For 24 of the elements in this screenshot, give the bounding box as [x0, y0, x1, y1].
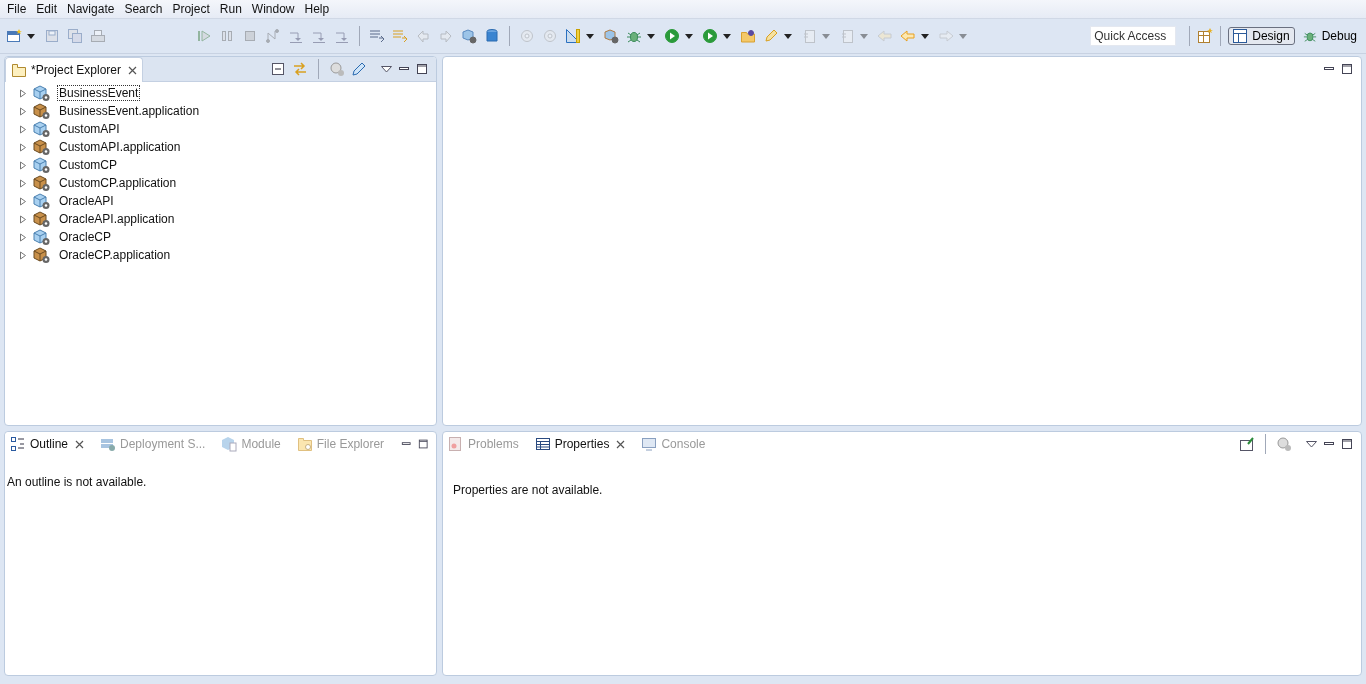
view-tab[interactable]: *Project Explorer [5, 57, 144, 82]
tree-item[interactable]: OracleAPI [57, 193, 116, 209]
menu-item[interactable]: File [2, 2, 32, 16]
menu-item[interactable]: Run [214, 2, 247, 16]
tree-item[interactable]: CustomCP.application [57, 175, 179, 191]
tree-item[interactable]: BusinessEvent [57, 85, 141, 101]
perspective-button[interactable]: Debug [1297, 27, 1362, 45]
tree-item[interactable]: OracleCP [57, 229, 113, 245]
tree-item[interactable]: CustomAPI.application [57, 139, 183, 155]
menu-item[interactable]: Window [246, 2, 300, 16]
tree-item[interactable]: OracleCP.application [57, 247, 173, 263]
tree-item[interactable]: OracleAPI.application [57, 211, 177, 227]
quick-access-field[interactable]: Quick Access [1090, 26, 1177, 46]
tree-item[interactable]: CustomCP [57, 157, 119, 173]
tree-item[interactable]: BusinessEvent.application [57, 103, 202, 119]
outline-message: An outline is not available. [7, 475, 148, 489]
menu-item[interactable]: Search [119, 2, 168, 16]
properties-message: Properties are not available. [453, 483, 604, 497]
menu-item[interactable]: Project [167, 2, 215, 16]
perspective-button[interactable]: Design [1228, 27, 1295, 45]
tree-item[interactable]: CustomAPI [57, 121, 122, 137]
menu-item[interactable]: Navigate [62, 2, 120, 16]
menu-item[interactable]: Edit [31, 2, 63, 16]
menu-item[interactable]: Help [299, 2, 335, 16]
